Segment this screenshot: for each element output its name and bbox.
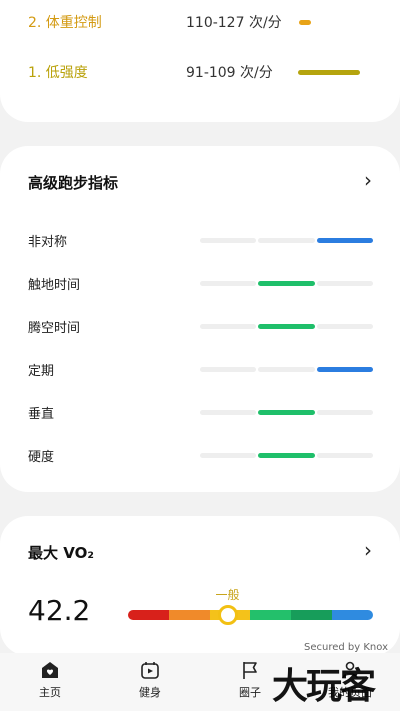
vo2-scale-segment [250, 610, 292, 620]
card-title: 最大 VO₂ [28, 544, 94, 562]
zone-bar [298, 70, 360, 75]
metric-level-segment [200, 367, 257, 372]
vo2-value: 42.2 [28, 594, 91, 627]
vo2-scale-segment [128, 610, 169, 620]
vo2-marker [218, 605, 239, 625]
metric-level-segment [200, 410, 257, 415]
metric-level-segment [316, 410, 373, 415]
metric-row: 触地时间 [28, 273, 373, 293]
flag-icon [239, 659, 261, 681]
zone-name: 1. 低强度 [28, 65, 88, 81]
vo2-scale-segment [332, 610, 373, 620]
secured-by-knox: Secured by Knox [304, 642, 388, 653]
metric-row: 硬度 [28, 445, 373, 465]
metric-level-segment [258, 281, 315, 286]
metric-level-segment [316, 281, 373, 286]
vo2-scale-segment [291, 610, 333, 620]
zone-name: 2. 体重控制 [28, 15, 102, 31]
metric-level-segment [258, 238, 315, 243]
metric-level-bar [200, 238, 373, 243]
fitness-play-icon [139, 659, 161, 681]
metric-level-segment [258, 453, 315, 458]
nav-item-home[interactable]: 主页 [0, 653, 100, 711]
nav-label: 圈子 [239, 686, 261, 699]
card-title: 高级跑步指标 [28, 174, 119, 192]
watermark-logo: 大玩客 [272, 665, 376, 707]
metric-label: 触地时间 [28, 277, 81, 293]
metric-level-segment [200, 281, 257, 286]
metric-label: 腾空时间 [28, 320, 81, 336]
zone-row: 1. 低强度 91-109 次/分 [28, 60, 373, 84]
nav-item-fitness[interactable]: 健身 [100, 653, 200, 711]
metric-level-segment [258, 367, 315, 372]
metric-level-bar [200, 410, 373, 415]
metric-row: 定期 [28, 359, 373, 379]
metric-level-segment [258, 410, 315, 415]
metric-level-segment [200, 453, 257, 458]
chevron-right-icon[interactable]: › [364, 540, 372, 560]
chevron-right-icon[interactable]: › [364, 170, 372, 190]
vo2-scale-segment [168, 610, 210, 620]
metric-row: 非对称 [28, 230, 373, 250]
metric-row: 腾空时间 [28, 316, 373, 336]
zone-row: 2. 体重控制 110-127 次/分 [28, 10, 373, 34]
vo2-max-card[interactable]: 最大 VO₂ › 42.2 一般 [0, 516, 400, 656]
metric-label: 非对称 [28, 234, 68, 250]
metric-label: 垂直 [28, 406, 55, 422]
home-heart-icon [39, 659, 61, 681]
metric-level-segment [316, 238, 373, 243]
zone-bar [299, 20, 311, 25]
nav-label: 健身 [139, 686, 161, 699]
zone-range: 91-109 次/分 [186, 65, 273, 81]
metric-level-bar [200, 367, 373, 372]
vo2-level-label: 一般 [215, 588, 240, 602]
metric-level-segment [316, 367, 373, 372]
metric-label: 定期 [28, 363, 55, 379]
metric-level-segment [200, 324, 257, 329]
metric-level-bar [200, 324, 373, 329]
zone-range: 110-127 次/分 [186, 15, 282, 31]
vo2-scale [128, 610, 373, 620]
nav-label: 主页 [39, 686, 61, 699]
heart-rate-zones-card: 2. 体重控制 110-127 次/分 1. 低强度 91-109 次/分 [0, 0, 400, 122]
metric-row: 垂直 [28, 402, 373, 422]
metric-level-segment [316, 324, 373, 329]
metric-label: 硬度 [28, 449, 55, 465]
advanced-running-metrics-card[interactable]: 高级跑步指标 › 非对称触地时间腾空时间定期垂直硬度 [0, 146, 400, 492]
metric-level-bar [200, 453, 373, 458]
metric-level-bar [200, 281, 373, 286]
metric-level-segment [316, 453, 373, 458]
metric-level-segment [258, 324, 315, 329]
metric-level-segment [200, 238, 257, 243]
